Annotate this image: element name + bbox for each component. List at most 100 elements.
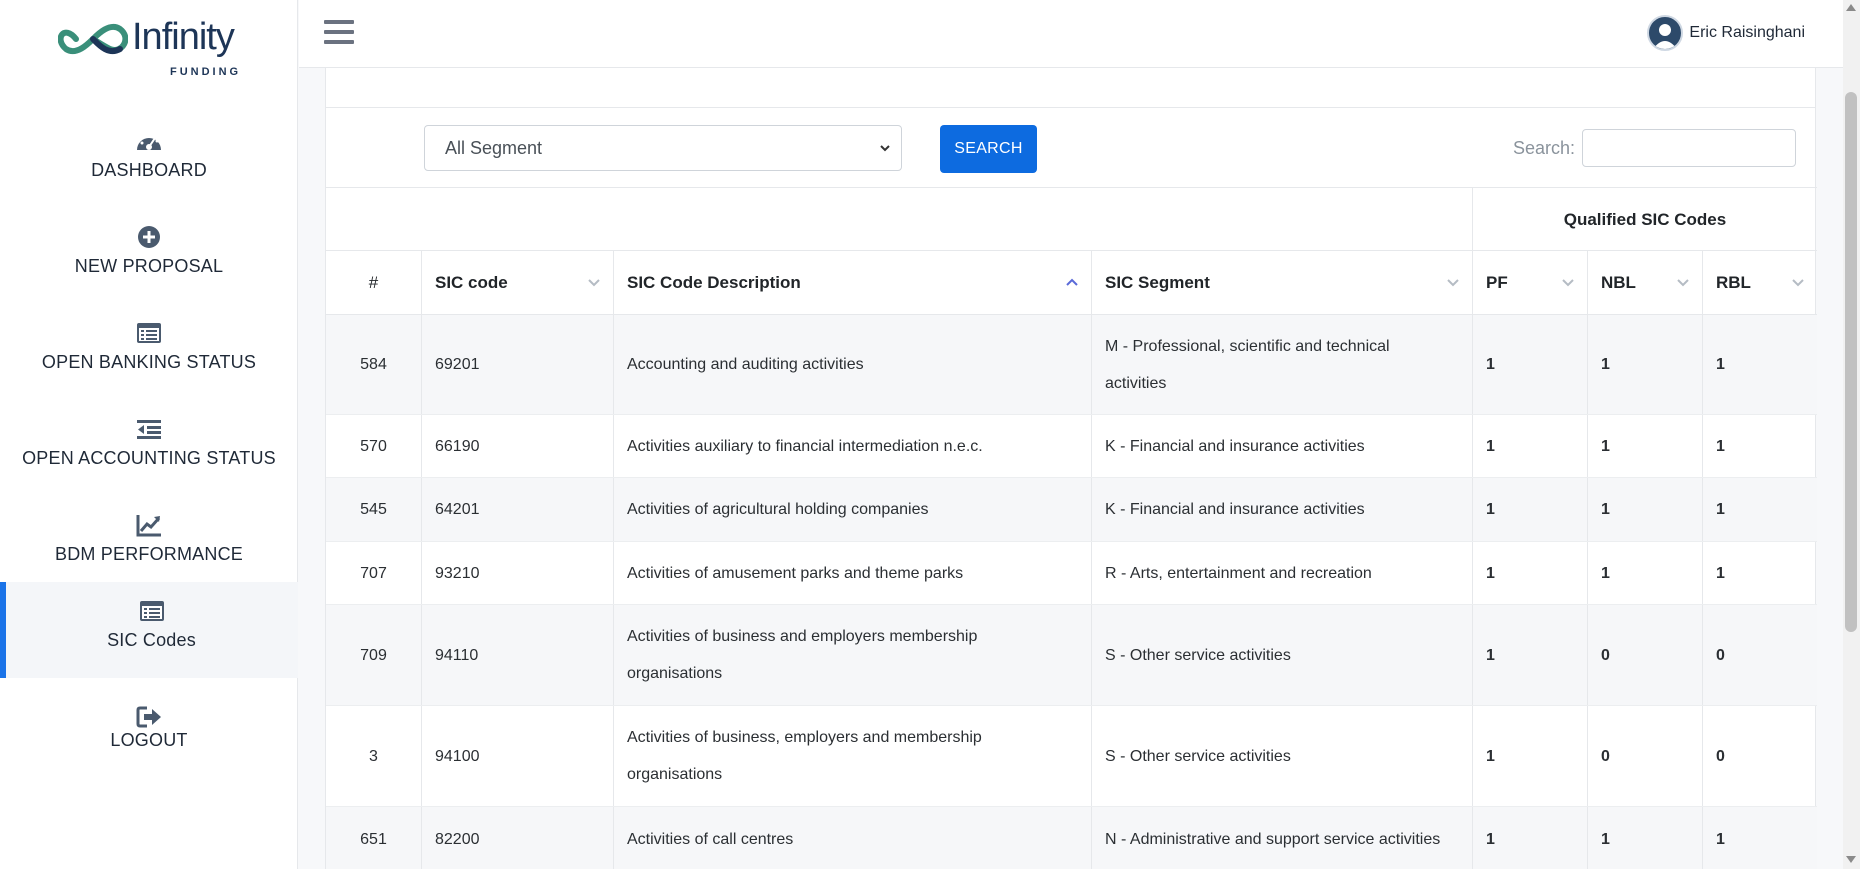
column-header-index[interactable]: # [326, 251, 421, 315]
chevron-down-icon [880, 145, 890, 152]
description-cell: Activities of amusement parks and theme … [613, 542, 1091, 604]
sidebar-item-open-banking-status[interactable]: OPEN BANKING STATUS [0, 302, 298, 398]
sidebar-item-sic-codes[interactable]: SIC Codes [0, 582, 298, 678]
sidebar-item-label: LOGOUT [110, 730, 188, 750]
description-cell: Activities of agricultural holding compa… [613, 478, 1091, 541]
rbl-cell: 0 [1702, 706, 1817, 806]
avatar [1647, 15, 1684, 51]
table-row[interactable]: 570 66190 Activities auxiliary to financ… [326, 415, 1817, 478]
row-index: 3 [369, 747, 378, 765]
table-row[interactable]: 651 82200 Activities of call centres N -… [326, 807, 1817, 869]
segment-cell: N - Administrative and support service a… [1091, 807, 1472, 869]
sort-chevron-icon [1447, 279, 1459, 287]
table-row[interactable]: 584 69201 Accounting and auditing activi… [326, 315, 1817, 415]
sort-chevron-icon [1677, 279, 1689, 287]
sidebar-item-label: DASHBOARD [91, 160, 207, 180]
pf-cell: 1 [1472, 478, 1587, 541]
sic-code-cell: 66190 [421, 415, 613, 477]
sic-code-cell: 64201 [421, 478, 613, 541]
row-index: 570 [360, 437, 387, 455]
sic-code-cell: 93210 [421, 542, 613, 604]
pf-cell: 1 [1472, 807, 1587, 869]
sidebar-item-new-proposal[interactable]: NEW PROPOSAL [0, 206, 298, 302]
table-row[interactable]: 707 93210 Activities of amusement parks … [326, 542, 1817, 605]
sidebar-item-open-accounting-status[interactable]: OPEN ACCOUNTING STATUS [0, 398, 298, 494]
column-header-sic-code[interactable]: SIC code [421, 251, 613, 315]
sidebar-item-label: SIC Codes [107, 630, 196, 650]
sic-code-cell: 94100 [421, 706, 613, 806]
nbl-cell: 1 [1587, 807, 1702, 869]
segment-cell: R - Arts, entertainment and recreation [1091, 542, 1472, 604]
logout-icon [136, 706, 161, 728]
row-index: 651 [360, 831, 387, 848]
pf-cell: 1 [1472, 605, 1587, 705]
nbl-cell: 1 [1587, 478, 1702, 541]
sidebar-item-label: OPEN BANKING STATUS [41, 352, 257, 372]
dashboard-gauge-icon [137, 133, 161, 150]
table-header-row: # SIC code SIC Code Description SIC Segm… [326, 251, 1817, 315]
sic-code-cell: 69201 [421, 315, 613, 414]
description-cell: Activities of business and employers mem… [613, 605, 1091, 705]
panel-header-strip [326, 68, 1815, 108]
sort-chevron-icon [1562, 279, 1574, 287]
page-scrollbar[interactable] [1843, 0, 1860, 869]
table-row[interactable]: 709 94110 Activities of business and emp… [326, 605, 1817, 706]
sort-chevron-icon [1792, 279, 1804, 287]
line-chart-icon [136, 515, 161, 537]
qualified-sic-codes-header: Qualified SIC Codes [1472, 188, 1817, 252]
brand-name: Infinity [132, 16, 235, 58]
row-index: 707 [360, 564, 387, 582]
sidebar-item-dashboard[interactable]: DASHBOARD [0, 110, 298, 206]
column-header-nbl[interactable]: NBL [1587, 251, 1702, 315]
segment-cell: K - Financial and insurance activities [1091, 478, 1472, 541]
column-header-rbl[interactable]: RBL [1702, 251, 1817, 315]
list-window-icon [140, 601, 164, 621]
segment-select[interactable]: All Segment [424, 125, 902, 171]
search-button[interactable]: SEARCH [940, 125, 1037, 173]
top-bar: Eric Raisinghani [299, 0, 1860, 68]
segment-cell: M - Professional, scientific and technic… [1091, 315, 1472, 414]
sidebar-item-label: NEW PROPOSAL [74, 256, 224, 276]
table-group-header-row: Qualified SIC Codes [326, 187, 1817, 252]
infinity-logo-icon [57, 23, 129, 55]
hamburger-menu-icon[interactable] [324, 20, 354, 46]
rbl-cell: 1 [1702, 542, 1817, 604]
description-cell: Activities auxiliary to financial interm… [613, 415, 1091, 477]
sic-codes-panel: All Segment SEARCH Search: Qualified SIC… [325, 68, 1817, 869]
user-menu[interactable]: Eric Raisinghani [1647, 14, 1805, 52]
search-label: Search: [1513, 138, 1576, 158]
scroll-down-arrow-icon[interactable] [1846, 856, 1856, 863]
rbl-cell: 1 [1702, 807, 1817, 869]
rbl-cell: 1 [1702, 315, 1817, 414]
pf-cell: 1 [1472, 315, 1587, 414]
column-header-segment[interactable]: SIC Segment [1091, 251, 1472, 315]
scroll-up-arrow-icon[interactable] [1846, 4, 1856, 11]
scrollbar-thumb[interactable] [1845, 92, 1857, 632]
sidebar: Infinity FUNDING DASHBOARD NEW PROPOSAL … [0, 0, 298, 869]
column-header-pf[interactable]: PF [1472, 251, 1587, 315]
sort-ascending-icon [1066, 278, 1078, 286]
user-avatar-icon [1653, 24, 1678, 49]
username: Eric Raisinghani [1689, 24, 1805, 41]
rbl-cell: 1 [1702, 478, 1817, 541]
nbl-cell: 0 [1587, 605, 1702, 705]
list-window-icon [137, 323, 161, 343]
column-header-description[interactable]: SIC Code Description [613, 251, 1091, 315]
sidebar-item-label: BDM PERFORMANCE [54, 544, 243, 564]
sic-code-cell: 82200 [421, 807, 613, 869]
table-row[interactable]: 3 94100 Activities of business, employer… [326, 706, 1817, 807]
brand-logo[interactable]: Infinity FUNDING [57, 14, 248, 78]
sidebar-item-bdm-performance[interactable]: BDM PERFORMANCE [0, 494, 298, 590]
indent-list-icon [137, 420, 161, 439]
rbl-cell: 0 [1702, 605, 1817, 705]
nbl-cell: 1 [1587, 315, 1702, 414]
nbl-cell: 1 [1587, 542, 1702, 604]
plus-circle-icon [138, 226, 160, 248]
search-input[interactable] [1582, 129, 1796, 167]
sidebar-item-logout[interactable]: LOGOUT [0, 686, 298, 782]
description-cell: Activities of call centres [613, 807, 1091, 869]
segment-cell: K - Financial and insurance activities [1091, 415, 1472, 477]
rbl-cell: 1 [1702, 415, 1817, 477]
table-row[interactable]: 545 64201 Activities of agricultural hol… [326, 478, 1817, 542]
sic-code-cell: 94110 [421, 605, 613, 705]
